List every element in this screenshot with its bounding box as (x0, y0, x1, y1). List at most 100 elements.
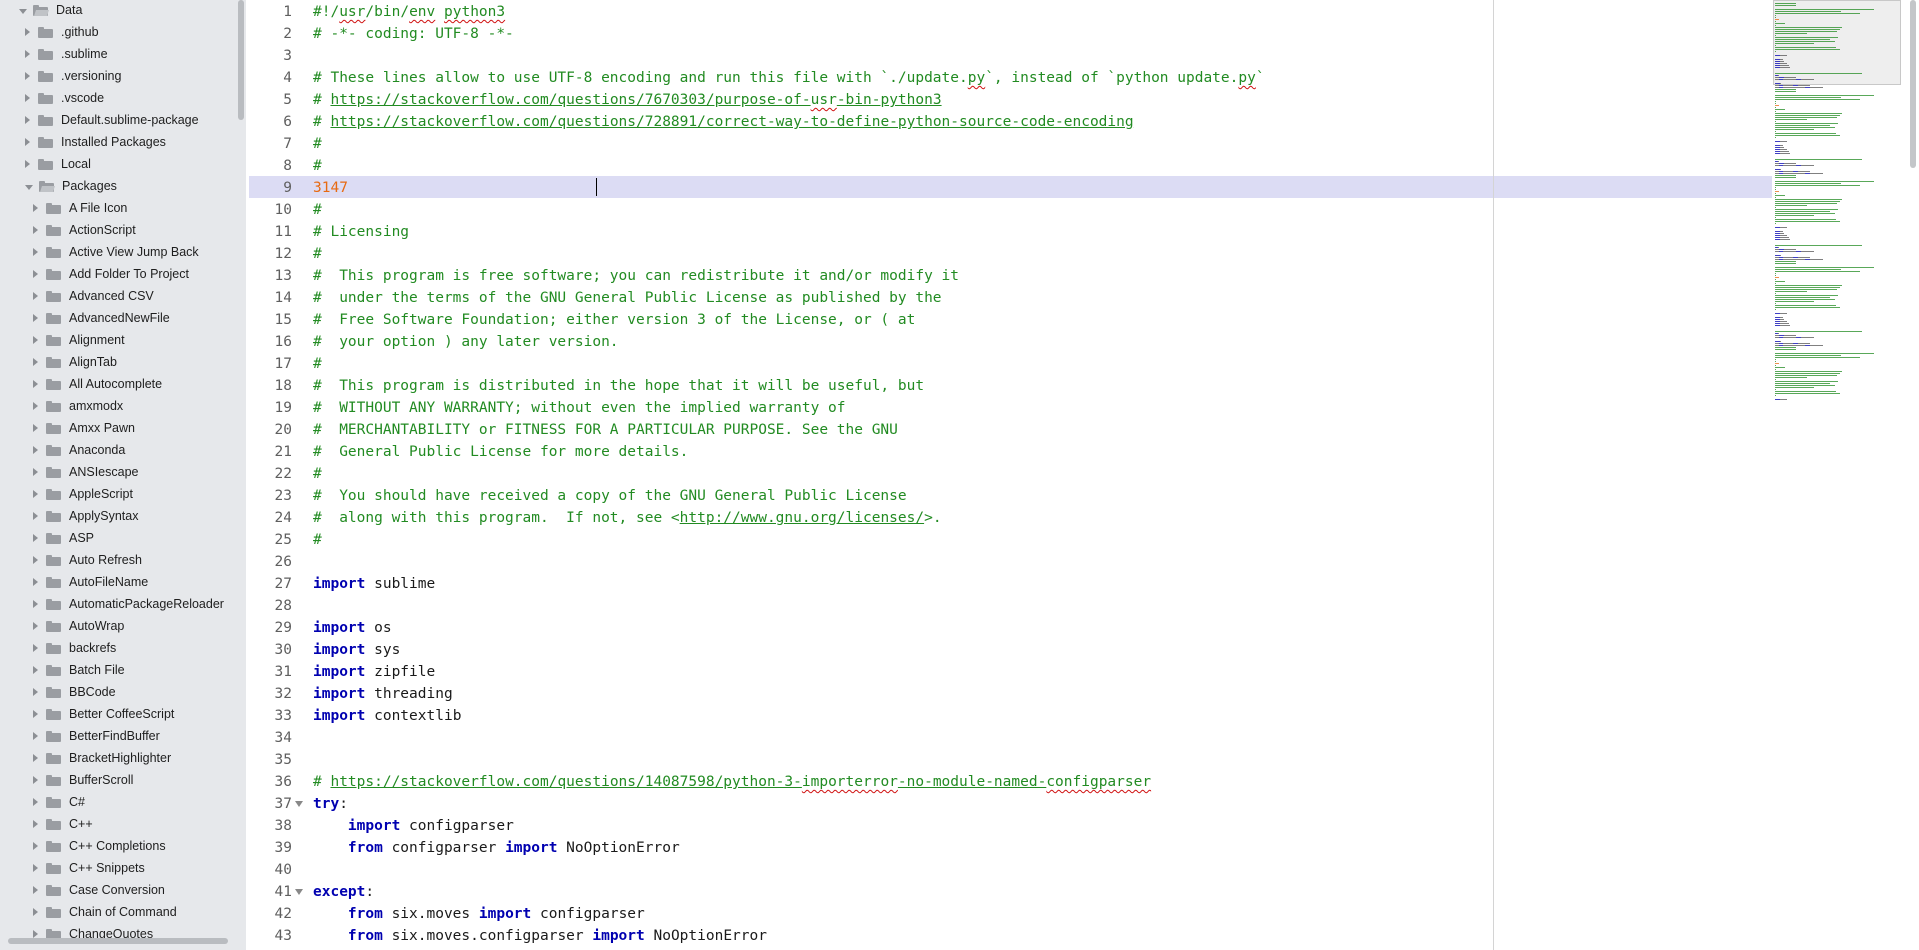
code-line[interactable]: import sys (313, 639, 400, 661)
tree-item-advanced-csv[interactable]: Advanced CSV (0, 285, 246, 307)
disclosure-right-icon[interactable] (33, 864, 38, 872)
tree-item-applysyntax[interactable]: ApplySyntax (0, 505, 246, 527)
disclosure-right-icon[interactable] (25, 50, 30, 58)
editor-vertical-scroll-thumb[interactable] (1910, 0, 1916, 168)
sidebar-vertical-scroll-thumb[interactable] (238, 0, 244, 120)
disclosure-right-icon[interactable] (33, 446, 38, 454)
tree-item-backrefs[interactable]: backrefs (0, 637, 246, 659)
disclosure-right-icon[interactable] (33, 842, 38, 850)
code-line[interactable]: # https://stackoverflow.com/questions/14… (313, 771, 1151, 793)
code-line[interactable]: import zipfile (313, 661, 435, 683)
tree-item-ansiescape[interactable]: ANSIescape (0, 461, 246, 483)
disclosure-right-icon[interactable] (33, 204, 38, 212)
code-line[interactable]: # Licensing (313, 221, 409, 243)
disclosure-right-icon[interactable] (33, 798, 38, 806)
code-line[interactable]: import configparser (313, 815, 514, 837)
tree-item-anaconda[interactable]: Anaconda (0, 439, 246, 461)
code-line[interactable]: # (313, 199, 322, 221)
disclosure-right-icon[interactable] (25, 160, 30, 168)
disclosure-down-icon[interactable] (19, 8, 27, 14)
tree-item-active-view-jump-back[interactable]: Active View Jump Back (0, 241, 246, 263)
tree-item-bufferscroll[interactable]: BufferScroll (0, 769, 246, 791)
code-line[interactable]: # your option ) any later version. (313, 331, 619, 353)
minimap[interactable] (1773, 0, 1901, 400)
tree-item-c[interactable]: C++ (0, 813, 246, 835)
tree-item-installed-packages[interactable]: Installed Packages (0, 131, 246, 153)
disclosure-right-icon[interactable] (33, 886, 38, 894)
tree-item-better-coffeescript[interactable]: Better CoffeeScript (0, 703, 246, 725)
disclosure-right-icon[interactable] (33, 732, 38, 740)
tree-item-c-completions[interactable]: C++ Completions (0, 835, 246, 857)
code-line[interactable]: # WITHOUT ANY WARRANTY; without even the… (313, 397, 846, 419)
disclosure-right-icon[interactable] (25, 72, 30, 80)
tree-item-amxx-pawn[interactable]: Amxx Pawn (0, 417, 246, 439)
disclosure-right-icon[interactable] (33, 292, 38, 300)
code-line[interactable]: # under the terms of the GNU General Pub… (313, 287, 942, 309)
code-line[interactable]: # (313, 463, 322, 485)
tree-item-sublime[interactable]: .sublime (0, 43, 246, 65)
disclosure-down-icon[interactable] (25, 184, 33, 190)
code-line[interactable]: # (313, 353, 322, 375)
code-line[interactable]: # (313, 243, 322, 265)
disclosure-right-icon[interactable] (33, 556, 38, 564)
tree-item-automaticpackagereloader[interactable]: AutomaticPackageReloader (0, 593, 246, 615)
tree-item-versioning[interactable]: .versioning (0, 65, 246, 87)
code-line[interactable]: from six.moves import configparser (313, 903, 645, 925)
disclosure-right-icon[interactable] (33, 710, 38, 718)
disclosure-right-icon[interactable] (33, 908, 38, 916)
code-line[interactable]: from six.moves.configparser import NoOpt… (313, 925, 767, 947)
fold-arrow-icon[interactable] (295, 889, 303, 895)
code-line[interactable]: import sublime (313, 573, 435, 595)
code-line[interactable]: # (313, 529, 322, 551)
disclosure-right-icon[interactable] (25, 138, 30, 146)
disclosure-right-icon[interactable] (33, 512, 38, 520)
disclosure-right-icon[interactable] (33, 358, 38, 366)
tree-item-betterfindbuffer[interactable]: BetterFindBuffer (0, 725, 246, 747)
disclosure-right-icon[interactable] (25, 28, 30, 36)
tree-item-autofilename[interactable]: AutoFileName (0, 571, 246, 593)
tree-item-vscode[interactable]: .vscode (0, 87, 246, 109)
tree-item-data[interactable]: Data (0, 0, 246, 21)
tree-item-chain-of-command[interactable]: Chain of Command (0, 901, 246, 923)
tree-item-local[interactable]: Local (0, 153, 246, 175)
tree-item-a-file-icon[interactable]: A File Icon (0, 197, 246, 219)
disclosure-right-icon[interactable] (33, 754, 38, 762)
code-line[interactable]: try: (313, 793, 348, 815)
tree-item-case-conversion[interactable]: Case Conversion (0, 879, 246, 901)
code-line[interactable]: import os (313, 617, 392, 639)
disclosure-right-icon[interactable] (33, 666, 38, 674)
code-line[interactable]: from configparser import NoOptionError (313, 837, 680, 859)
tree-item-all-autocomplete[interactable]: All Autocomplete (0, 373, 246, 395)
disclosure-right-icon[interactable] (33, 270, 38, 278)
code-line[interactable]: 3147 (313, 177, 348, 199)
disclosure-right-icon[interactable] (33, 380, 38, 388)
disclosure-right-icon[interactable] (33, 226, 38, 234)
code-line[interactable]: import threading (313, 683, 453, 705)
tree-item-c-snippets[interactable]: C++ Snippets (0, 857, 246, 879)
tree-item-batch-file[interactable]: Batch File (0, 659, 246, 681)
disclosure-right-icon[interactable] (33, 534, 38, 542)
code-line[interactable]: # -*- coding: UTF-8 -*- (313, 23, 514, 45)
sidebar-horizontal-scroll-thumb[interactable] (8, 938, 228, 944)
disclosure-right-icon[interactable] (33, 578, 38, 586)
tree-item-autowrap[interactable]: AutoWrap (0, 615, 246, 637)
code-line[interactable]: # You should have received a copy of the… (313, 485, 907, 507)
code-line[interactable]: # General Public License for more detail… (313, 441, 688, 463)
code-line[interactable]: # https://stackoverflow.com/questions/72… (313, 111, 1134, 133)
disclosure-right-icon[interactable] (33, 248, 38, 256)
disclosure-right-icon[interactable] (33, 402, 38, 410)
tree-item-github[interactable]: .github (0, 21, 246, 43)
tree-item-asp[interactable]: ASP (0, 527, 246, 549)
code-line[interactable]: # These lines allow to use UTF-8 encodin… (313, 67, 1265, 89)
disclosure-right-icon[interactable] (33, 644, 38, 652)
disclosure-right-icon[interactable] (25, 94, 30, 102)
disclosure-right-icon[interactable] (33, 930, 38, 938)
disclosure-right-icon[interactable] (33, 468, 38, 476)
tree-item-applescript[interactable]: AppleScript (0, 483, 246, 505)
tree-item-actionscript[interactable]: ActionScript (0, 219, 246, 241)
code-line[interactable]: # Free Software Foundation; either versi… (313, 309, 915, 331)
tree-item-default-sublime-package[interactable]: Default.sublime-package (0, 109, 246, 131)
editor-pane[interactable]: 1 2 3 4 5 6 7 8 9 10 11 12 13 14 15 16 17 18 19 20 21 22 23 24 2… (246, 0, 1919, 950)
tree-item-brackethighlighter[interactable]: BracketHighlighter (0, 747, 246, 769)
tree-item-add-folder-to-project[interactable]: Add Folder To Project (0, 263, 246, 285)
